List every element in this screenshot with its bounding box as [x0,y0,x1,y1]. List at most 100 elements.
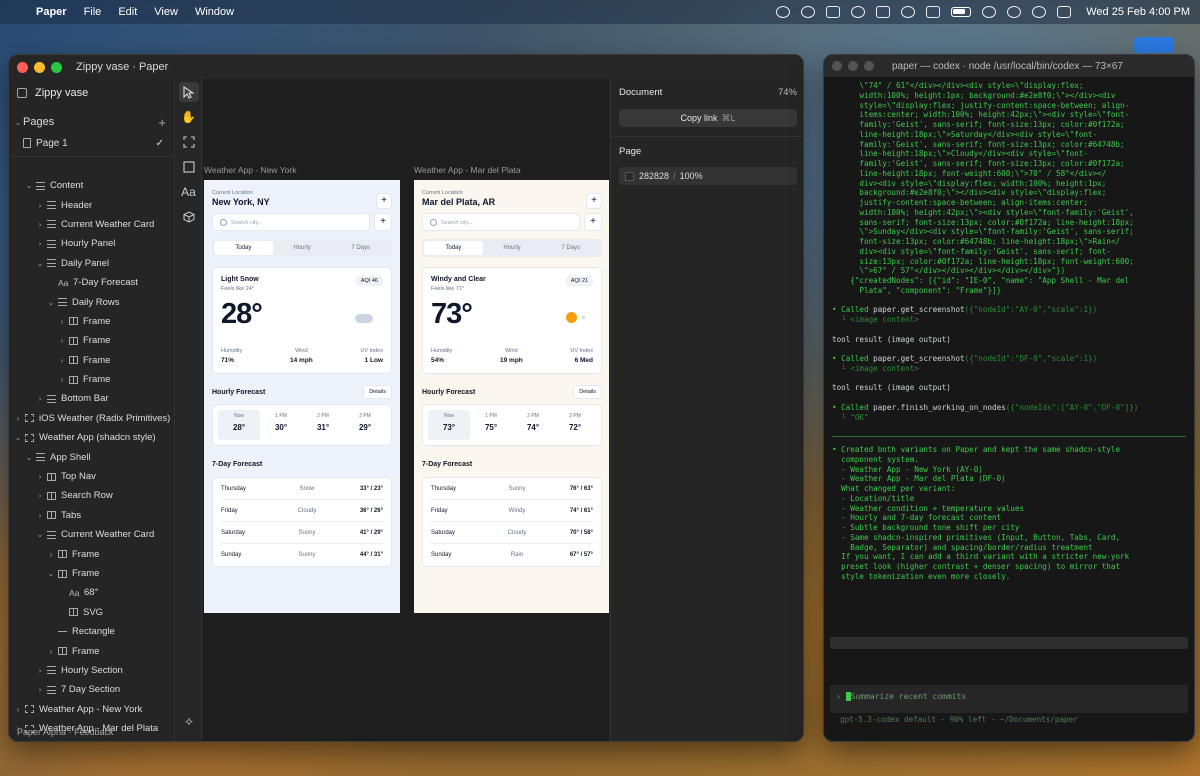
day-row[interactable]: Friday Windy 74° / 61° [431,500,593,522]
chevron-right-icon[interactable]: › [57,375,67,384]
status-x-icon[interactable] [876,6,891,18]
tab-today[interactable]: Today [424,241,483,255]
chevron-right-icon[interactable]: › [13,414,23,423]
layer-row[interactable]: › Frame [9,312,175,331]
menu-clock[interactable]: Wed 25 Feb 4:00 PM [1086,6,1190,18]
chevron-right-icon[interactable]: › [35,472,45,481]
artboard-new-york[interactable]: Current Location New York, NY + Search city… [204,180,400,613]
wifi-icon[interactable] [982,6,997,18]
menu-window[interactable]: Window [195,6,234,18]
tab-7-days[interactable]: 7 Days [331,241,390,255]
chevron-down-icon[interactable]: ⌄ [35,530,45,539]
layer-row[interactable]: ⌄ App Shell [9,447,175,466]
terminal-input-bar[interactable] [830,637,1188,649]
component-tool-icon[interactable] [179,207,199,227]
chevron-right-icon[interactable]: › [13,705,23,714]
artboard-mar-del-plata[interactable]: Current Location Mar del Plata, AR + Search… [414,180,609,613]
layer-row[interactable]: › Weather App - New York [9,700,175,719]
chevron-right-icon[interactable]: › [35,666,45,675]
layer-row[interactable]: ⌄ Daily Panel [9,254,175,273]
status-sync-icon[interactable] [801,6,816,18]
layer-row[interactable]: Rectangle [9,622,175,641]
tab-hourly[interactable]: Hourly [273,241,332,255]
chevron-right-icon[interactable]: › [57,356,67,365]
zoom-level[interactable]: 74% [778,87,797,98]
zoom-window-button[interactable] [864,61,874,71]
tab-today[interactable]: Today [214,241,273,255]
chevron-right-icon[interactable]: › [46,647,56,656]
frame-tool-icon[interactable] [179,132,199,152]
canvas[interactable]: Weather App - New York Weather App - Mar… [203,79,609,741]
page-item-1[interactable]: Page 1 ✓ [9,133,174,153]
hour-cell[interactable]: Now 73° [428,410,470,440]
control-center-icon[interactable] [1057,6,1072,18]
chevron-down-icon[interactable]: ⌄ [24,453,34,462]
layer-row[interactable]: › 7 Day Section [9,680,175,699]
panel-footer[interactable]: Paper Alpha · Feedback [17,727,114,737]
magic-tool-icon[interactable]: ✧ [179,712,199,732]
menu-view[interactable]: View [154,6,178,18]
hour-cell[interactable]: Now 28° [218,410,260,440]
status-app-icon[interactable] [776,6,791,18]
select-tool-icon[interactable] [178,82,199,102]
layer-row[interactable]: › Current Weather Card [9,215,175,234]
hour-cell[interactable]: 2 PM 31° [302,410,344,440]
details-button[interactable]: Details [573,385,602,399]
chevron-right-icon[interactable]: › [35,220,45,229]
apple-menu-icon[interactable] [10,5,22,19]
layer-row[interactable]: › Search Row [9,486,175,505]
hour-cell[interactable]: 2 PM 74° [512,410,554,440]
chevron-right-icon[interactable]: › [35,491,45,500]
layer-row[interactable]: › iOS Weather (Radix Primitives) [9,409,175,428]
zoom-window-button[interactable] [51,61,62,73]
page-fill-field[interactable]: 282828 / 100% [619,167,797,185]
layer-row[interactable]: › Hourly Section [9,661,175,680]
add-location-button[interactable]: + [376,193,392,209]
day-row[interactable]: Saturday Sunny 41° / 29° [221,522,383,544]
chevron-down-icon[interactable]: ⌄ [46,298,56,307]
layer-row[interactable]: › Header [9,195,175,214]
chevron-down-icon[interactable]: ⌄ [13,433,23,442]
text-tool-icon[interactable]: Aa [179,182,199,202]
add-location-button[interactable]: + [586,193,602,209]
layer-row[interactable]: › Tabs [9,506,175,525]
day-row[interactable]: Saturday Cloudy 70° / 58° [431,522,593,544]
chevron-right-icon[interactable]: › [35,201,45,210]
search-input[interactable]: Search city... [422,213,580,231]
layer-row[interactable]: › Frame [9,641,175,660]
chevron-right-icon[interactable]: › [35,239,45,248]
artboard-label-mar-del-plata[interactable]: Weather App - Mar del Plata [414,165,521,175]
layer-row[interactable]: Aa 7-Day Forecast [9,273,175,292]
add-city-button[interactable]: + [584,213,602,231]
bluetooth-icon[interactable] [851,6,866,18]
artboard-label-new-york[interactable]: Weather App - New York [204,165,296,175]
layer-row[interactable]: › Bottom Bar [9,389,175,408]
project-name-row[interactable]: Zippy vase [9,81,174,105]
search-input[interactable]: Search city... [212,213,370,231]
menu-edit[interactable]: Edit [118,6,137,18]
hour-cell[interactable]: 3 PM 29° [344,410,386,440]
minimize-window-button[interactable] [34,61,45,73]
layer-row[interactable]: SVG [9,603,175,622]
desktop-folder-icon[interactable] [1134,37,1174,53]
layer-row[interactable]: › Hourly Panel [9,234,175,253]
chevron-right-icon[interactable]: › [35,511,45,520]
fill-hex[interactable]: 282828 [639,171,669,181]
battery-icon[interactable] [951,7,972,17]
close-window-button[interactable] [832,61,842,71]
prompt-input[interactable]: › Summarize recent commits [830,685,1188,713]
chevron-down-icon[interactable]: ⌄ [13,118,23,127]
spotlight-icon[interactable] [1007,6,1022,18]
menu-app-name[interactable]: Paper [36,6,67,18]
hour-cell[interactable]: 3 PM 72° [554,410,596,440]
chevron-right-icon[interactable]: › [46,550,56,559]
menu-file[interactable]: File [84,6,102,18]
chevron-right-icon[interactable]: › [57,317,67,326]
copy-link-button[interactable]: Copy link ⌘L [619,109,797,127]
close-window-button[interactable] [17,61,28,73]
chevron-down-icon[interactable]: ⌄ [24,181,34,190]
layer-row[interactable]: › Frame [9,370,175,389]
day-row[interactable]: Sunday Sunny 44° / 31° [221,544,383,566]
add-city-button[interactable]: + [374,213,392,231]
siri-icon[interactable] [1032,6,1047,18]
